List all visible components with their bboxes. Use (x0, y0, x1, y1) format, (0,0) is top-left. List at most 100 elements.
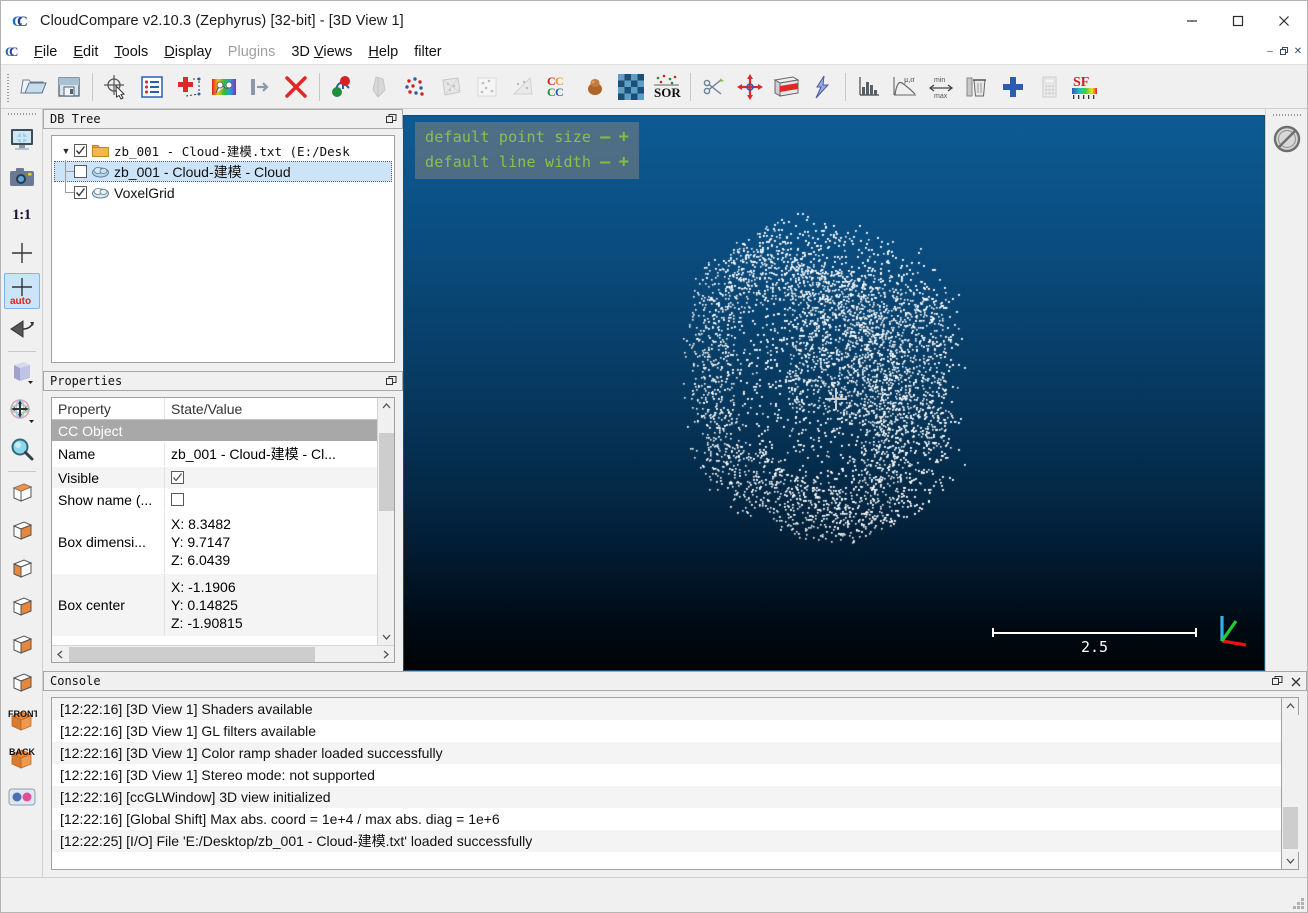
line-width-plus-button[interactable]: + (619, 154, 629, 171)
visible-checkbox[interactable] (171, 471, 184, 484)
view-settings-button[interactable] (4, 121, 40, 157)
transform-gizmo-button[interactable] (4, 393, 40, 429)
undock-icon[interactable] (1271, 675, 1284, 688)
histogram-button[interactable] (851, 69, 887, 105)
gaussian-filter-button[interactable]: μ,σ (887, 69, 923, 105)
auto-pivot-button[interactable]: auto (3, 273, 40, 309)
sf-gradient-button[interactable]: SF (1067, 69, 1103, 105)
minimize-button[interactable] (1169, 1, 1215, 40)
mdi-restore-button[interactable] (1277, 42, 1291, 60)
section-button[interactable] (768, 69, 804, 105)
tree-item-file-root[interactable]: ▼ zb_001 - Cloud-建模.txt (E:/Desk (54, 140, 392, 161)
sor-filter-button[interactable]: SOR (649, 69, 685, 105)
tree-checkbox[interactable] (74, 186, 87, 199)
tree-checkbox[interactable] (74, 165, 87, 178)
delete-button[interactable] (278, 69, 314, 105)
view-bottom-button[interactable] (4, 513, 40, 549)
segment-in-button[interactable] (242, 69, 278, 105)
view-front-label-button[interactable]: FRONT (4, 703, 40, 739)
undock-icon[interactable] (385, 375, 398, 388)
translate-rotate-button[interactable] (732, 69, 768, 105)
scroll-track[interactable] (377, 415, 394, 628)
gl-filter-toolbar-grip[interactable] (1272, 112, 1301, 119)
color-scale-button[interactable] (206, 69, 242, 105)
scroll-thumb[interactable] (378, 433, 394, 511)
menu-help[interactable]: Help (360, 41, 406, 64)
expand-arrow-icon[interactable]: ▼ (58, 146, 74, 156)
tree-item-voxelgrid[interactable]: VoxelGrid (54, 171, 392, 203)
scroll-thumb[interactable] (69, 646, 315, 662)
prop-row-name[interactable]: Name zb_001 - Cloud-建模 - Cl... (52, 442, 377, 467)
lightning-button[interactable] (804, 69, 840, 105)
view-right-button[interactable] (4, 665, 40, 701)
view-toolbar-grip[interactable] (7, 111, 36, 118)
close-button[interactable] (1261, 1, 1307, 40)
show-name-checkbox[interactable] (171, 493, 184, 506)
open-file-button[interactable] (15, 69, 51, 105)
maximize-button[interactable] (1215, 1, 1261, 40)
menu-display[interactable]: Display (156, 41, 220, 64)
zoom-global-button[interactable] (4, 431, 40, 467)
stereo-mode-button[interactable] (4, 779, 40, 815)
scroll-thumb[interactable] (1282, 807, 1298, 849)
undock-icon[interactable] (385, 113, 398, 126)
properties-table[interactable]: Property State/Value CC Object Name zb_0… (51, 397, 395, 663)
checker-button[interactable] (613, 69, 649, 105)
properties-button[interactable] (134, 69, 170, 105)
save-file-button[interactable] (51, 69, 87, 105)
menu-tools[interactable]: Tools (106, 41, 156, 64)
snapshot-button[interactable] (4, 159, 40, 195)
prop-row-show-name[interactable]: Show name (... (52, 489, 377, 511)
tree-checkbox[interactable] (74, 144, 87, 157)
set-pivot-button[interactable] (4, 235, 40, 271)
view-top-button[interactable] (4, 475, 40, 511)
view3d-canvas[interactable]: default point size — + default line widt… (403, 115, 1265, 671)
properties-vertical-scrollbar[interactable] (377, 398, 394, 645)
toolbar-grip-handle[interactable] (5, 71, 12, 102)
view-back-label-button[interactable]: BACK (4, 741, 40, 777)
registration-button[interactable] (397, 69, 433, 105)
menu-edit[interactable]: Edit (65, 41, 106, 64)
trash-sf-button[interactable] (959, 69, 995, 105)
resize-grip-icon[interactable] (1291, 896, 1304, 909)
mdi-minimize-button[interactable]: – (1263, 42, 1277, 60)
menu-filter[interactable]: filter (406, 41, 449, 64)
scroll-track[interactable] (69, 646, 377, 663)
mdi-close-button[interactable]: ✕ (1291, 42, 1305, 60)
scroll-right-icon[interactable] (377, 646, 394, 663)
scroll-track[interactable] (1281, 715, 1299, 852)
add-sf-button[interactable] (995, 69, 1031, 105)
close-icon[interactable] (1289, 675, 1302, 688)
min-max-button[interactable]: min max (923, 69, 959, 105)
view-front-button[interactable] (4, 551, 40, 587)
menu-3d-views[interactable]: 3D Views (283, 41, 360, 64)
scroll-down-icon[interactable] (378, 628, 395, 645)
camera-projection-button[interactable] (4, 311, 40, 347)
line-width-minus-button[interactable]: — (600, 154, 610, 171)
scissors-button[interactable] (696, 69, 732, 105)
view-back-button[interactable] (4, 589, 40, 625)
db-tree-widget[interactable]: ▼ zb_001 - Cloud-建模.txt (E:/Desk zb_001 … (51, 135, 395, 363)
prop-row-visible[interactable]: Visible (52, 467, 377, 489)
zoom-one-to-one-button[interactable]: 1:1 (4, 197, 40, 233)
normals-button[interactable] (577, 69, 613, 105)
default-colors-button[interactable] (4, 355, 40, 391)
point-size-plus-button[interactable]: + (619, 129, 629, 146)
view-left-button[interactable] (4, 627, 40, 663)
clone-button[interactable] (325, 69, 361, 105)
point-size-minus-button[interactable]: — (600, 129, 610, 146)
scroll-up-icon[interactable] (378, 398, 395, 415)
point-list-picking-button[interactable] (170, 69, 206, 105)
scroll-left-icon[interactable] (52, 646, 69, 663)
menu-file[interactable]: FFileile (26, 41, 65, 64)
console-list[interactable]: [12:22:16] [3D View 1] Shaders available… (51, 697, 1282, 870)
scroll-down-icon[interactable] (1282, 852, 1299, 869)
cloud-cloud-dist-button[interactable]: C C C C (541, 69, 577, 105)
pick-point-button[interactable] (98, 69, 134, 105)
tree-item-cloud[interactable]: zb_001 - Cloud-建模 - Cloud (54, 160, 392, 182)
scroll-up-icon[interactable] (1282, 698, 1299, 715)
properties-horizontal-scrollbar[interactable] (52, 645, 394, 662)
console-vertical-scrollbar[interactable] (1281, 697, 1299, 870)
prop-row-box-dimensions[interactable]: Box dimensi... X: 8.3482 Y: 9.7147 Z: 6.… (52, 511, 377, 574)
prop-row-box-center[interactable]: Box center X: -1.1906 Y: 0.14825 Z: -1.9… (52, 574, 377, 637)
